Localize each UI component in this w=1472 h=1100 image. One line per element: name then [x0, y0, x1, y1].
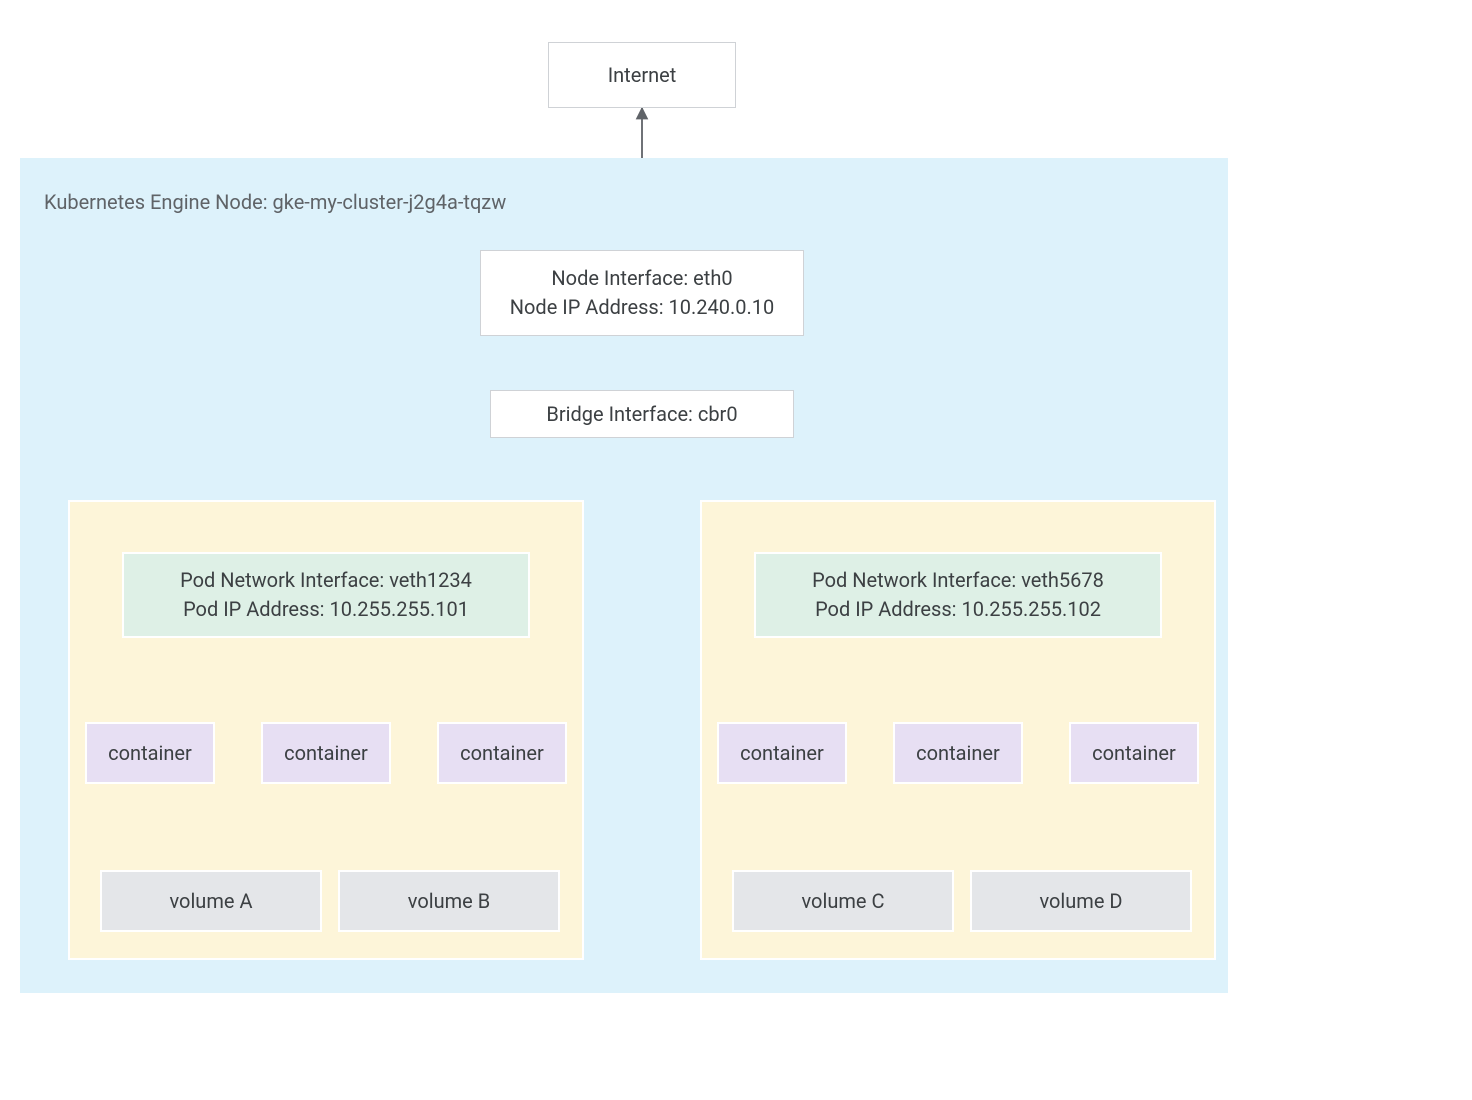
container-label: container [916, 739, 1000, 768]
container-label: container [108, 739, 192, 768]
container-box: container [437, 722, 567, 784]
node-interface-box: Node Interface: eth0 Node IP Address: 10… [480, 250, 804, 336]
pod-iface-right-line2: Pod IP Address: 10.255.255.102 [815, 595, 1101, 624]
volume-label: volume A [170, 887, 253, 916]
pod-iface-left-line2: Pod IP Address: 10.255.255.101 [183, 595, 469, 624]
bridge-label: Bridge Interface: cbr0 [546, 400, 737, 429]
bridge-box: Bridge Interface: cbr0 [490, 390, 794, 438]
pod-iface-right: Pod Network Interface: veth5678 Pod IP A… [754, 552, 1162, 638]
pod-iface-left-line1: Pod Network Interface: veth1234 [180, 566, 472, 595]
internet-box: Internet [548, 42, 736, 108]
node-iface-line1: Node Interface: eth0 [551, 264, 732, 293]
container-box: container [85, 722, 215, 784]
node-iface-line2: Node IP Address: 10.240.0.10 [510, 293, 775, 322]
pod-iface-right-line1: Pod Network Interface: veth5678 [812, 566, 1104, 595]
volume-box: volume D [970, 870, 1192, 932]
volume-box: volume C [732, 870, 954, 932]
volume-box: volume B [338, 870, 560, 932]
diagram-canvas: Internet Kubernetes Engine Node: gke-my-… [0, 0, 1472, 1100]
container-label: container [460, 739, 544, 768]
volume-label: volume D [1039, 887, 1122, 916]
volume-label: volume C [802, 887, 885, 916]
internet-label: Internet [608, 61, 677, 90]
container-box: container [893, 722, 1023, 784]
pod-iface-left: Pod Network Interface: veth1234 Pod IP A… [122, 552, 530, 638]
volume-label: volume B [408, 887, 490, 916]
container-label: container [740, 739, 824, 768]
volume-box: volume A [100, 870, 322, 932]
container-box: container [1069, 722, 1199, 784]
container-box: container [261, 722, 391, 784]
container-label: container [284, 739, 368, 768]
node-title: Kubernetes Engine Node: gke-my-cluster-j… [44, 190, 506, 214]
container-label: container [1092, 739, 1176, 768]
container-box: container [717, 722, 847, 784]
